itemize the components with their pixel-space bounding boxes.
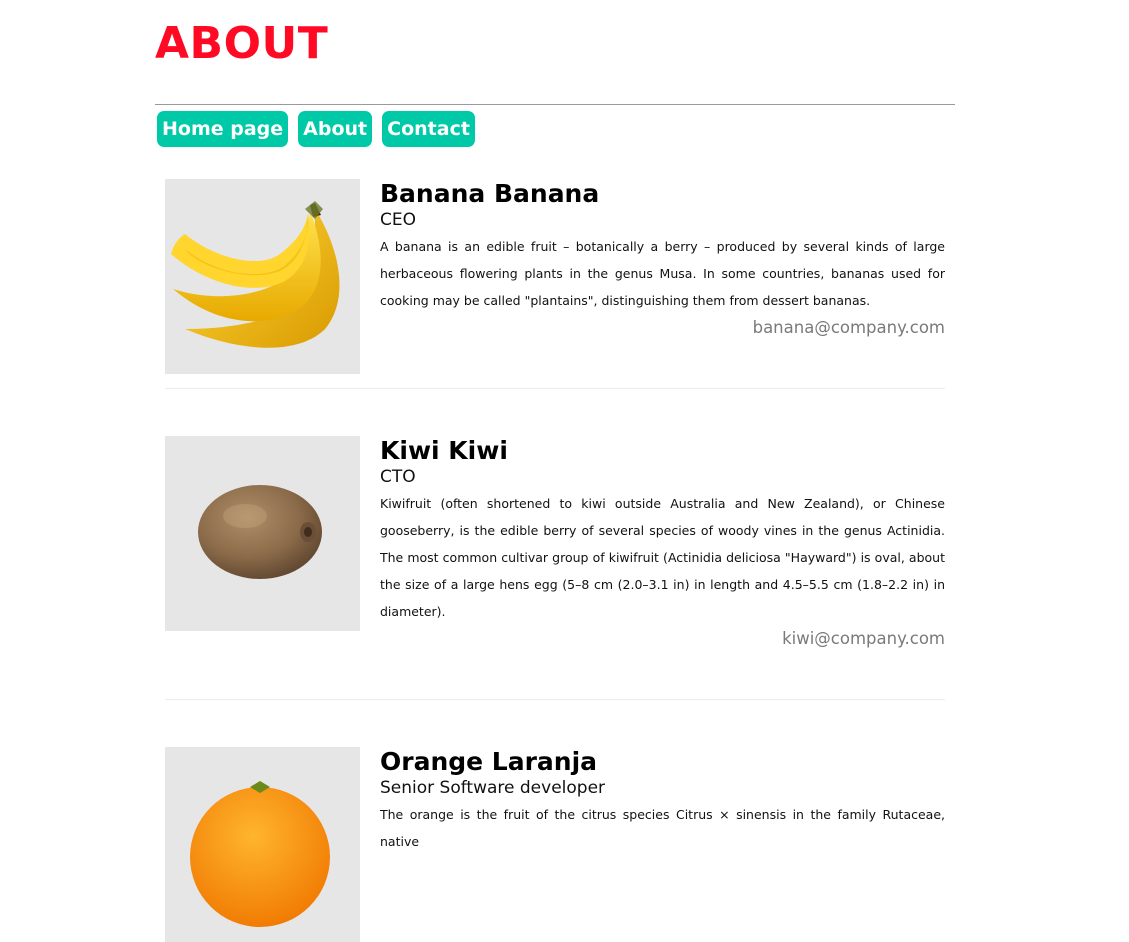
member-name: Banana Banana	[380, 179, 600, 208]
member-name: Orange Laranja	[380, 747, 598, 776]
member-info: Orange Laranja Senior Software developer…	[380, 747, 945, 855]
member-info: Banana Banana CEO A banana is an edible …	[380, 179, 945, 341]
member-info: Kiwi Kiwi CTO Kiwifruit (often shortened…	[380, 436, 945, 652]
orange-image	[165, 747, 360, 942]
member-separator	[165, 699, 945, 700]
kiwi-illustration	[198, 485, 322, 579]
orange-illustration	[190, 781, 330, 927]
member-separator	[165, 388, 945, 389]
team-member-card: Banana Banana CEO A banana is an edible …	[165, 179, 945, 374]
nav-about-button[interactable]: About	[298, 111, 373, 147]
main-nav: Home page About Contact	[157, 111, 475, 147]
kiwi-image	[165, 436, 360, 631]
banana-illustration	[171, 201, 340, 348]
member-role: Senior Software developer	[380, 778, 606, 798]
member-role: CEO	[380, 210, 416, 230]
header-divider	[155, 104, 955, 105]
page-title: ABOUT	[155, 18, 329, 69]
team-member-card: Orange Laranja Senior Software developer…	[165, 747, 945, 942]
member-bio: A banana is an edible fruit – botanicall…	[380, 239, 945, 308]
member-name: Kiwi Kiwi	[380, 436, 508, 465]
member-role: CTO	[380, 467, 416, 487]
banana-image	[165, 179, 360, 374]
member-bio: The orange is the fruit of the citrus sp…	[380, 807, 945, 849]
nav-home-button[interactable]: Home page	[157, 111, 289, 147]
member-email[interactable]: banana@company.com	[380, 315, 945, 341]
team-member-card: Kiwi Kiwi CTO Kiwifruit (often shortened…	[165, 436, 945, 676]
nav-contact-button[interactable]: Contact	[382, 111, 475, 147]
member-email[interactable]: kiwi@company.com	[380, 626, 945, 652]
member-bio: Kiwifruit (often shortened to kiwi outsi…	[380, 496, 945, 619]
